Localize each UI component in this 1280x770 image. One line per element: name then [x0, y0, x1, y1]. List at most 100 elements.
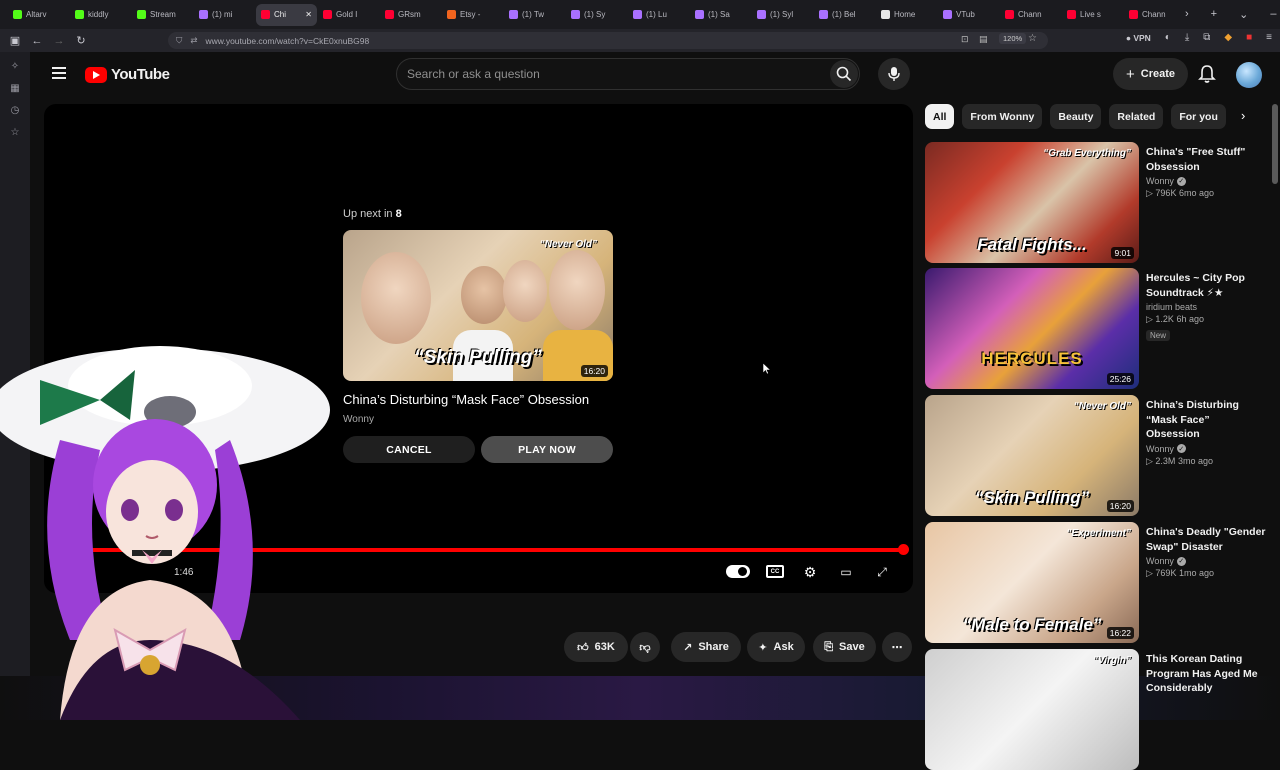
recommendation-title[interactable]: China’s Disturbing “Mask Face” Obsession	[1146, 398, 1266, 442]
browser-tab[interactable]: kiddly	[70, 4, 131, 26]
replay-icon[interactable]: ↺	[58, 563, 78, 581]
browser-tab[interactable]: Chi ✕	[256, 3, 317, 26]
leo-ai-icon[interactable]: ✧	[9, 61, 21, 73]
menu-icon[interactable]: ≡	[1266, 32, 1272, 43]
upnext-thumbnail[interactable]: “Never Old” “Skin Pulling” 16:20	[343, 230, 613, 381]
browser-tab[interactable]: Etsy -	[442, 4, 503, 26]
screenshot-icon[interactable]: ⊡	[961, 34, 969, 45]
search-input[interactable]: Search or ask a question	[396, 58, 860, 90]
chip-related[interactable]: Related	[1109, 104, 1164, 129]
forward-icon[interactable]: →	[48, 35, 70, 47]
site-info-icon[interactable]: ⛉	[176, 35, 182, 46]
progress-bar[interactable]	[52, 548, 904, 552]
recommendation-thumbnail[interactable]: HERCULES 25:26	[925, 268, 1139, 389]
recommendation-thumbnail[interactable]: “Never Old” “Skin Pulling” 16:20	[925, 395, 1139, 516]
recommendation-item[interactable]: “Virgin” This Korean Dating Program Has A…	[925, 649, 1265, 770]
reading-list-icon[interactable]: ▦	[9, 83, 21, 95]
scrubber-handle[interactable]	[898, 544, 909, 555]
recommendation-channel[interactable]: Wonny ✓	[1146, 176, 1266, 186]
browser-tab[interactable]: GRsm	[380, 4, 441, 26]
video-player[interactable]: Up next in 8 “Never Old” “Skin Pulling” …	[44, 104, 913, 593]
ask-button[interactable]: ✦ Ask	[747, 632, 805, 662]
recommendation-thumbnail[interactable]: “Grab Everything” Fatal Fights... 9:01	[925, 142, 1139, 263]
recommendation-item[interactable]: HERCULES 25:26 Hercules ~ City Pop Soundtr…	[925, 268, 1265, 389]
cancel-autoplay-button[interactable]: CANCEL	[343, 436, 475, 463]
browser-tab[interactable]: (1) mi	[194, 4, 255, 26]
browser-tab[interactable]: Altarv	[8, 4, 69, 26]
browser-tab[interactable]: (1) Syl	[752, 4, 813, 26]
bookmarks-icon[interactable]: ☆	[9, 127, 21, 139]
recommendation-item[interactable]: “Grab Everything” Fatal Fights... 9:01 Chin…	[925, 142, 1265, 263]
chip-all[interactable]: All	[925, 104, 955, 129]
recommendation-title[interactable]: China's Deadly "Gender Swap" Disaster	[1146, 525, 1266, 554]
voice-search-button[interactable]	[878, 58, 910, 90]
fullscreen-icon[interactable]: ⤢	[872, 563, 892, 581]
save-button[interactable]: ⎘ Save	[813, 632, 876, 662]
history-icon[interactable]: ◷	[9, 105, 21, 117]
more-actions-button[interactable]: ⋯	[882, 632, 912, 662]
browser-tab[interactable]: Home	[876, 4, 937, 26]
chip-for-you[interactable]: For you	[1171, 104, 1226, 129]
autoplay-toggle[interactable]	[726, 565, 750, 578]
browser-tab[interactable]: Live s	[1062, 4, 1123, 26]
reload-icon[interactable]: ↻	[70, 34, 92, 47]
browser-tab[interactable]: VTub	[938, 4, 999, 26]
dislike-button[interactable]: 👎︎	[630, 632, 660, 662]
browser-tab[interactable]: Stream	[132, 4, 193, 26]
recommendation-thumbnail[interactable]: “Virgin”	[925, 649, 1139, 770]
sidebar-scrollbar[interactable]	[1272, 104, 1278, 184]
browser-tab-bar: Altarv kiddly Stream (1) mi Chi ✕ Gold I GRsm Et…	[0, 0, 1280, 29]
guide-menu-icon[interactable]	[52, 67, 66, 79]
share-button[interactable]: ↗ Share	[671, 632, 741, 662]
download-icon[interactable]: ⤓	[1185, 32, 1189, 43]
recommendation-title[interactable]: Hercules ~ City Pop Soundtrack ⚡★	[1146, 271, 1266, 300]
theater-mode-icon[interactable]: ▭	[836, 563, 856, 581]
browser-tab[interactable]: (1) Tw	[504, 4, 565, 26]
browser-tab[interactable]: (1) Lu	[628, 4, 689, 26]
browser-tab[interactable]: Chann	[1000, 4, 1061, 26]
browser-tab[interactable]: (1) Sy	[566, 4, 627, 26]
zoom-level[interactable]: 120%	[999, 33, 1027, 44]
chip-next-icon[interactable]: ›	[1241, 108, 1245, 123]
play-now-button[interactable]: PLAY NOW	[481, 436, 613, 463]
captions-icon[interactable]: CC	[766, 565, 784, 578]
new-tab-icon[interactable]: +	[1211, 8, 1217, 21]
tab-list-icon[interactable]: ⌄	[1239, 8, 1248, 21]
chip-beauty[interactable]: Beauty	[1050, 104, 1102, 129]
reader-icon[interactable]: ▤	[979, 34, 988, 45]
tab-favicon-icon	[447, 10, 456, 19]
browser-tab[interactable]: (1) Sa	[690, 4, 751, 26]
recommendation-title[interactable]: This Korean Dating Program Has Aged Me C…	[1146, 652, 1266, 696]
settings-gear-icon[interactable]: ⚙	[800, 563, 820, 581]
create-button[interactable]: + Create	[1113, 58, 1188, 90]
recommendation-channel[interactable]: iridium beats	[1146, 302, 1266, 312]
extensions-icon[interactable]: ⧉	[1203, 32, 1210, 43]
recommendation-channel[interactable]: Wonny ✓	[1146, 444, 1266, 454]
browser-tab[interactable]: Gold I	[318, 4, 379, 26]
chip-from-wonny[interactable]: From Wonny	[962, 104, 1043, 129]
recommendation-title[interactable]: China's "Free Stuff" Obsession	[1146, 145, 1266, 174]
recommendation-item[interactable]: “Experiment” “Male to Female” 16:22 China's…	[925, 522, 1266, 643]
account-avatar[interactable]	[1236, 62, 1262, 88]
browser-tab[interactable]: (1) Bel	[814, 4, 875, 26]
back-icon[interactable]: ←	[26, 35, 48, 47]
recommendation-channel[interactable]: Wonny ✓	[1146, 556, 1266, 566]
bookmark-star-icon[interactable]: ☆	[1028, 33, 1037, 44]
recommendation-item[interactable]: “Never Old” “Skin Pulling” 16:20 China’s Di…	[925, 395, 1265, 516]
like-button[interactable]: 👍︎ 63K	[564, 632, 628, 662]
upnext-title[interactable]: China’s Disturbing “Mask Face” Obsession	[343, 392, 589, 407]
minimize-icon[interactable]: –	[1270, 8, 1276, 21]
youtube-logo[interactable]: YouTube	[85, 66, 170, 83]
extension-red-icon[interactable]: ■	[1246, 32, 1252, 43]
notifications-bell-icon[interactable]	[1198, 64, 1216, 84]
search-button[interactable]	[830, 60, 858, 88]
sidebar-toggle-icon[interactable]: ▣	[4, 34, 26, 47]
tab-close-icon[interactable]: ✕	[305, 10, 312, 19]
tab-scroll-right-icon[interactable]: ›	[1185, 8, 1189, 21]
recommendation-thumbnail[interactable]: “Experiment” “Male to Female” 16:22	[925, 522, 1139, 643]
extension-fox-icon[interactable]: ◆	[1224, 32, 1232, 43]
address-bar[interactable]: ⛉ ⇄ www.youtube.com/watch?v=CkE0xnuBG98	[168, 32, 1048, 49]
vpn-badge[interactable]: ● VPN	[1126, 33, 1151, 43]
browser-tab[interactable]: Chann	[1124, 4, 1185, 26]
wallet-icon[interactable]: ◐	[1165, 32, 1171, 43]
